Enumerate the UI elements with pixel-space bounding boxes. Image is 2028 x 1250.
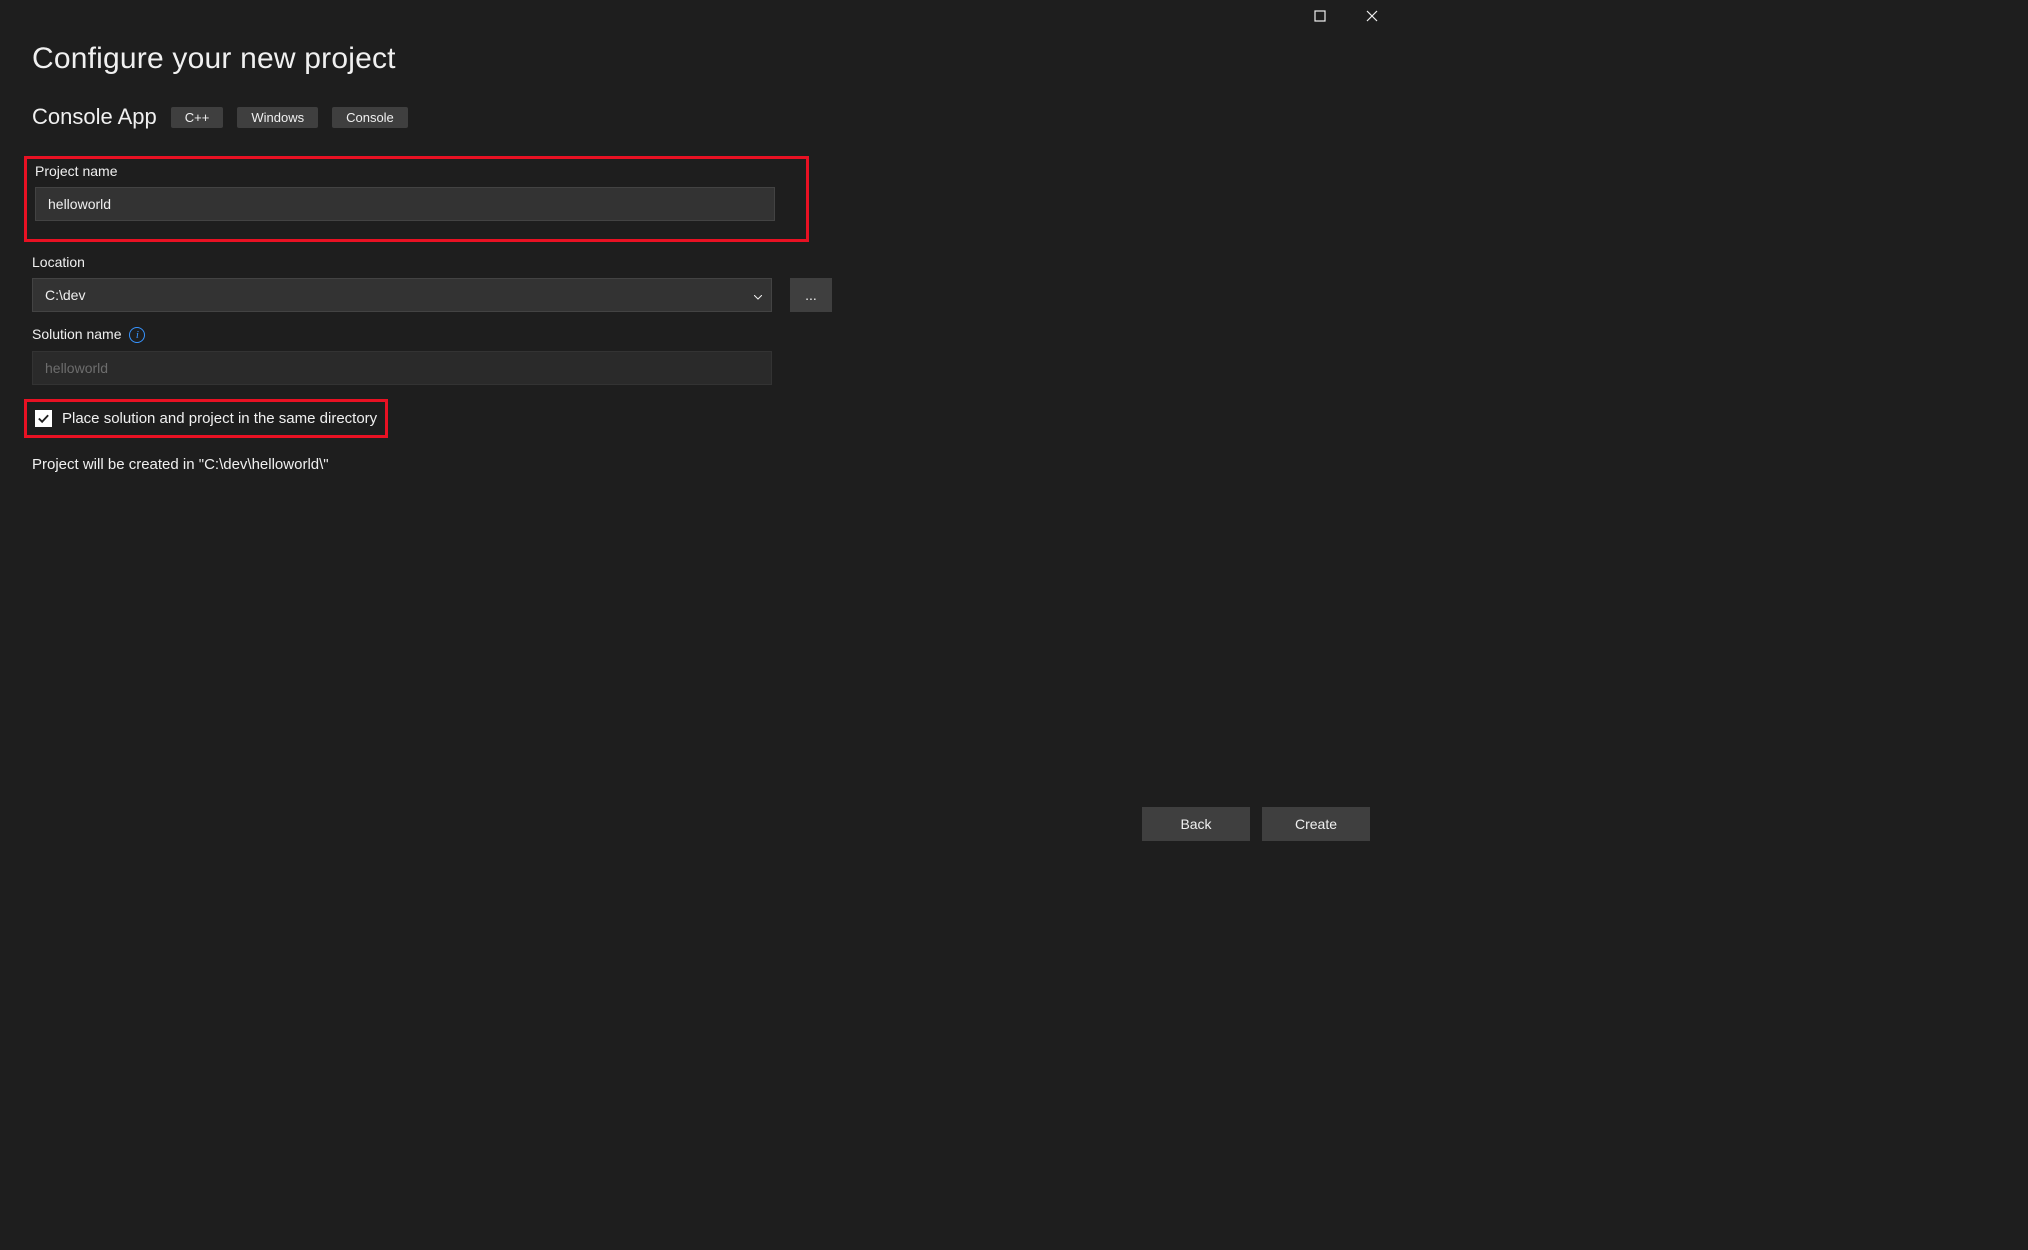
project-name-highlight: Project name [24, 156, 809, 242]
back-button[interactable]: Back [1142, 807, 1250, 841]
project-name-input[interactable] [35, 187, 775, 221]
same-directory-label: Place solution and project in the same d… [62, 410, 377, 427]
solution-name-input [32, 351, 772, 385]
maximize-button[interactable] [1300, 2, 1340, 30]
project-name-label: Project name [35, 163, 798, 179]
info-icon[interactable]: i [129, 327, 145, 343]
solution-name-label-text: Solution name [32, 326, 122, 342]
template-name: Console App [32, 104, 157, 130]
location-label: Location [32, 254, 1368, 270]
solution-name-label: Solution name i [32, 326, 1368, 343]
footer-buttons: Back Create [1142, 807, 1370, 841]
close-button[interactable] [1352, 2, 1392, 30]
same-directory-highlight: Place solution and project in the same d… [24, 399, 388, 438]
create-button[interactable]: Create [1262, 807, 1370, 841]
titlebar [0, 0, 1400, 32]
template-tag-cpp: C++ [171, 107, 224, 128]
template-tag-console: Console [332, 107, 408, 128]
browse-button[interactable]: ... [790, 278, 832, 312]
page-title: Configure your new project [32, 42, 1368, 76]
location-dropdown[interactable] [32, 278, 772, 312]
same-directory-checkbox[interactable] [35, 410, 52, 427]
template-tag-windows: Windows [237, 107, 318, 128]
template-row: Console App C++ Windows Console [32, 104, 1368, 130]
location-input[interactable] [32, 278, 772, 312]
creation-path-text: Project will be created in "C:\dev\hello… [32, 456, 1368, 473]
